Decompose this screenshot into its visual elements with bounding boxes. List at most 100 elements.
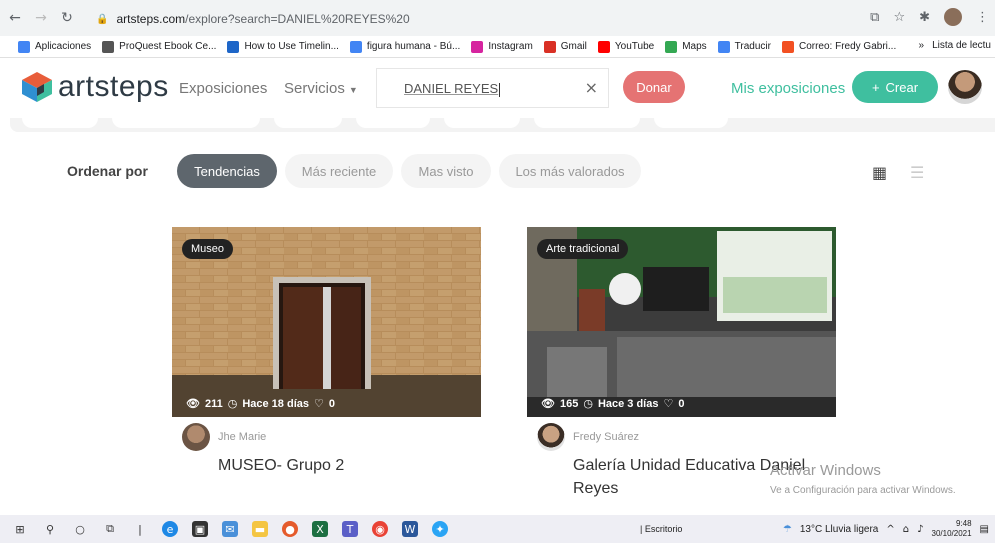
artsteps-logo[interactable]: artsteps — [20, 70, 169, 104]
app-icon[interactable]: ✦ — [432, 521, 448, 537]
nav-services[interactable]: Servicios ▼ — [284, 80, 358, 97]
card-author[interactable]: Jhe Marie — [182, 423, 266, 451]
bookmark-item[interactable]: Instagram — [471, 40, 533, 53]
desktop-toolbar[interactable]: | Escritorio — [640, 524, 682, 534]
weather-text[interactable]: 13°C Lluvia ligera — [800, 524, 879, 535]
mail-icon[interactable]: ✉ — [222, 521, 238, 537]
author-avatar[interactable] — [182, 423, 210, 451]
my-exhibitions-link[interactable]: Mis exposiciones — [731, 80, 845, 97]
outlook-icon — [781, 40, 794, 53]
reload-icon[interactable]: ↻ — [56, 7, 78, 29]
translate-page-icon[interactable]: ⧉ — [870, 10, 879, 25]
excel-icon[interactable]: X — [312, 521, 328, 537]
card-stats: 👁 165 ◷ Hace 3 días ♡ 0 — [541, 397, 684, 410]
category-chip[interactable] — [654, 118, 728, 128]
network-icon[interactable]: ⌂ — [903, 524, 909, 535]
nav-exhibitions[interactable]: Exposiciones — [179, 80, 267, 97]
bookmark-item[interactable]: How to Use Timelin... — [227, 40, 339, 53]
browser-actions: ⧉ ☆ ✱ ⋮ — [870, 8, 989, 26]
maps-pin-icon — [665, 40, 678, 53]
list-view-icon[interactable]: ☰ — [910, 163, 924, 182]
notifications-icon[interactable]: ▤ — [980, 524, 989, 535]
chrome-menu-icon[interactable]: ⋮ — [976, 10, 989, 25]
bookmark-item[interactable]: YouTube — [597, 40, 654, 53]
bookmark-label: figura humana - Bú... — [366, 41, 461, 52]
category-chip[interactable] — [274, 118, 342, 128]
donate-button[interactable]: Donar — [623, 71, 685, 103]
firefox-icon[interactable]: ● — [282, 521, 298, 537]
category-chip[interactable] — [444, 118, 520, 128]
lock-icon: 🔒 — [96, 13, 109, 25]
bookmarks-bar: Aplicaciones ProQuest Ebook Ce... How to U… — [0, 36, 995, 58]
user-avatar[interactable] — [948, 70, 982, 104]
category-chip[interactable] — [534, 118, 640, 128]
category-chip[interactable] — [112, 118, 260, 128]
bookmark-star-icon[interactable]: ☆ — [893, 10, 905, 25]
activation-subtitle: Ve a Configuración para activar Windows. — [770, 485, 956, 496]
bookmark-label: ProQuest Ebook Ce... — [119, 41, 217, 52]
cortana-icon[interactable]: ○ — [72, 521, 88, 537]
tray-chevron-icon[interactable]: ^ — [886, 524, 894, 535]
clock[interactable]: 9:48 30/10/2021 — [932, 519, 972, 539]
author-name[interactable]: Jhe Marie — [218, 431, 266, 443]
word-icon[interactable]: W — [402, 521, 418, 537]
exhibition-card[interactable]: Museo 👁 211 ◷ Hace 18 días ♡ 0 Jhe Marie… — [172, 227, 481, 474]
create-button[interactable]: + Crear — [852, 71, 938, 103]
bookmark-item[interactable]: Gmail — [543, 40, 587, 53]
reading-list[interactable]: Lista de lectu — [932, 40, 991, 51]
search-icon[interactable]: ⚲ — [42, 521, 58, 537]
text-cursor — [499, 82, 501, 97]
card-author[interactable]: Fredy Suárez — [537, 423, 639, 451]
exhibition-title[interactable]: MUSEO- Grupo 2 — [218, 454, 478, 477]
task-view-icon[interactable]: ⧉ — [102, 521, 118, 537]
sort-top-rated[interactable]: Los más valorados — [499, 154, 641, 188]
caret-down-icon: ▼ — [348, 85, 358, 95]
sort-most-viewed[interactable]: Mas visto — [401, 154, 491, 188]
volume-icon[interactable]: ♪ — [917, 524, 923, 535]
grid-view-icon[interactable]: ▦ — [872, 163, 887, 182]
gmail-icon — [543, 40, 556, 53]
chrome-icon[interactable]: ◉ — [372, 521, 388, 537]
file-explorer-icon[interactable]: ▬ — [252, 521, 268, 537]
exhibition-thumbnail[interactable]: Arte tradicional 👁 165 ◷ Hace 3 días ♡ 0 — [527, 227, 836, 417]
bookmark-item[interactable]: Traducir — [717, 40, 771, 53]
search-input[interactable]: DANIEL REYES × — [376, 68, 609, 108]
bookmark-item[interactable]: Maps — [665, 40, 707, 53]
store-icon[interactable]: ▣ — [192, 521, 208, 537]
address-bar[interactable]: 🔒 artsteps.com/explore?search=DANIEL%20R… — [88, 6, 888, 32]
category-chip[interactable] — [356, 118, 430, 128]
views-count: 211 — [204, 397, 223, 410]
heart-icon: ♡ — [313, 397, 324, 410]
bookmark-item[interactable]: Aplicaciones — [18, 40, 91, 53]
author-name[interactable]: Fredy Suárez — [573, 431, 639, 443]
bookmarks-right: » Lista de lectu — [919, 40, 992, 51]
url-path: /explore?search=DANIEL%20REYES%20 — [185, 12, 410, 26]
search-text: DANIEL REYES — [404, 81, 499, 96]
exhibition-thumbnail[interactable]: Museo 👁 211 ◷ Hace 18 días ♡ 0 — [172, 227, 481, 417]
bookmarks-overflow[interactable]: » — [919, 40, 925, 51]
weather-icon: ☂ — [782, 523, 792, 535]
author-avatar[interactable] — [537, 423, 565, 451]
category-tag: Museo — [182, 239, 234, 259]
exhibition-card[interactable]: Arte tradicional 👁 165 ◷ Hace 3 días ♡ 0… — [527, 227, 836, 497]
artsteps-logo-icon — [22, 72, 52, 102]
back-arrow-icon[interactable]: ← — [4, 7, 26, 29]
plus-icon: + — [871, 79, 880, 95]
category-tag: Arte tradicional — [537, 239, 629, 259]
teams-icon[interactable]: T — [342, 521, 358, 537]
sort-newest[interactable]: Más reciente — [285, 154, 393, 188]
sort-trending[interactable]: Tendencias — [177, 154, 277, 188]
heart-icon: ♡ — [663, 397, 674, 410]
instagram-icon — [471, 40, 484, 53]
bookmark-item[interactable]: Correo: Fredy Gabri... — [781, 40, 896, 53]
forward-arrow-icon[interactable]: → — [30, 7, 52, 29]
bookmark-item[interactable]: figura humana - Bú... — [349, 40, 461, 53]
apps-grid-icon — [18, 40, 30, 53]
bookmark-item[interactable]: ProQuest Ebook Ce... — [102, 40, 217, 53]
chrome-profile-avatar[interactable] — [944, 8, 962, 26]
category-chip[interactable] — [22, 118, 98, 128]
clear-search-icon[interactable]: × — [585, 78, 598, 97]
edge-icon[interactable]: e — [162, 521, 178, 537]
extensions-puzzle-icon[interactable]: ✱ — [919, 10, 930, 25]
windows-start-icon[interactable]: ⊞ — [12, 521, 28, 537]
